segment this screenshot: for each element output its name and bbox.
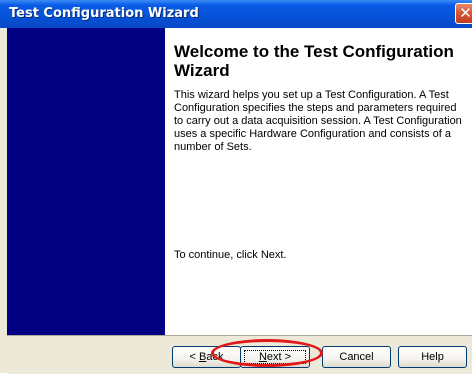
back-button-label: < Back (189, 351, 224, 363)
wizard-window: Test Configuration Wizard ✕ Welcome to t… (0, 0, 472, 374)
help-button[interactable]: Help (398, 346, 467, 368)
button-bar: < Back Next > Cancel Help (7, 335, 472, 374)
cancel-button-label: Cancel (339, 351, 374, 363)
back-button[interactable]: < Back (172, 346, 241, 368)
continue-instruction: To continue, click Next. (174, 249, 287, 261)
next-button-label: Next > (258, 351, 292, 363)
cancel-button[interactable]: Cancel (322, 346, 391, 368)
help-button-label: Help (421, 351, 444, 363)
close-icon: ✕ (459, 4, 472, 22)
window-title: Test Configuration Wizard (9, 6, 199, 21)
close-button[interactable]: ✕ (455, 3, 472, 24)
wizard-description: This wizard helps you set up a Test Conf… (174, 89, 462, 153)
wizard-content-panel: Welcome to the Test Configuration Wizard… (165, 28, 472, 335)
title-bar[interactable]: Test Configuration Wizard ✕ (0, 0, 472, 28)
next-button[interactable]: Next > (240, 346, 310, 368)
wizard-sidebar-panel (7, 28, 165, 335)
page-title: Welcome to the Test Configuration Wizard (174, 42, 454, 80)
